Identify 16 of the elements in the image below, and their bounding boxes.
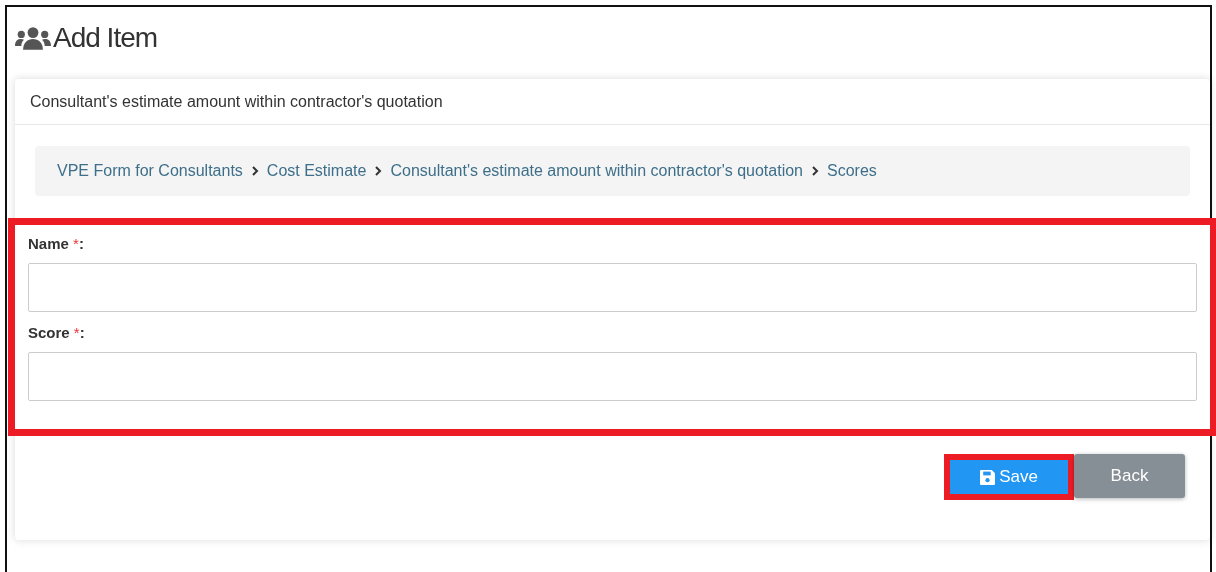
field-label: Name *: bbox=[28, 235, 85, 252]
field-label: Score *: bbox=[28, 324, 86, 341]
breadcrumb-link[interactable]: Scores bbox=[827, 162, 877, 180]
save-button[interactable]: Save bbox=[950, 460, 1068, 494]
input-field[interactable] bbox=[28, 352, 1197, 401]
input-field[interactable] bbox=[28, 263, 1197, 312]
breadcrumb-link[interactable]: Cost Estimate bbox=[266, 162, 367, 180]
breadcrumb-link[interactable]: VPE Form for Consultants bbox=[57, 162, 243, 180]
chevron-icon bbox=[811, 166, 819, 176]
page-title: Add Item bbox=[53, 22, 158, 54]
card-header: Consultant's estimate amount within contractor's quotation bbox=[15, 79, 1210, 125]
users-icon bbox=[15, 26, 51, 50]
back-button[interactable]: Back bbox=[1074, 454, 1185, 498]
chevron-icon bbox=[374, 166, 383, 176]
chevron-icon bbox=[250, 166, 259, 176]
breadcrumb-link[interactable]: Consultant's estimate amount within contractor's quotation bbox=[390, 162, 803, 180]
